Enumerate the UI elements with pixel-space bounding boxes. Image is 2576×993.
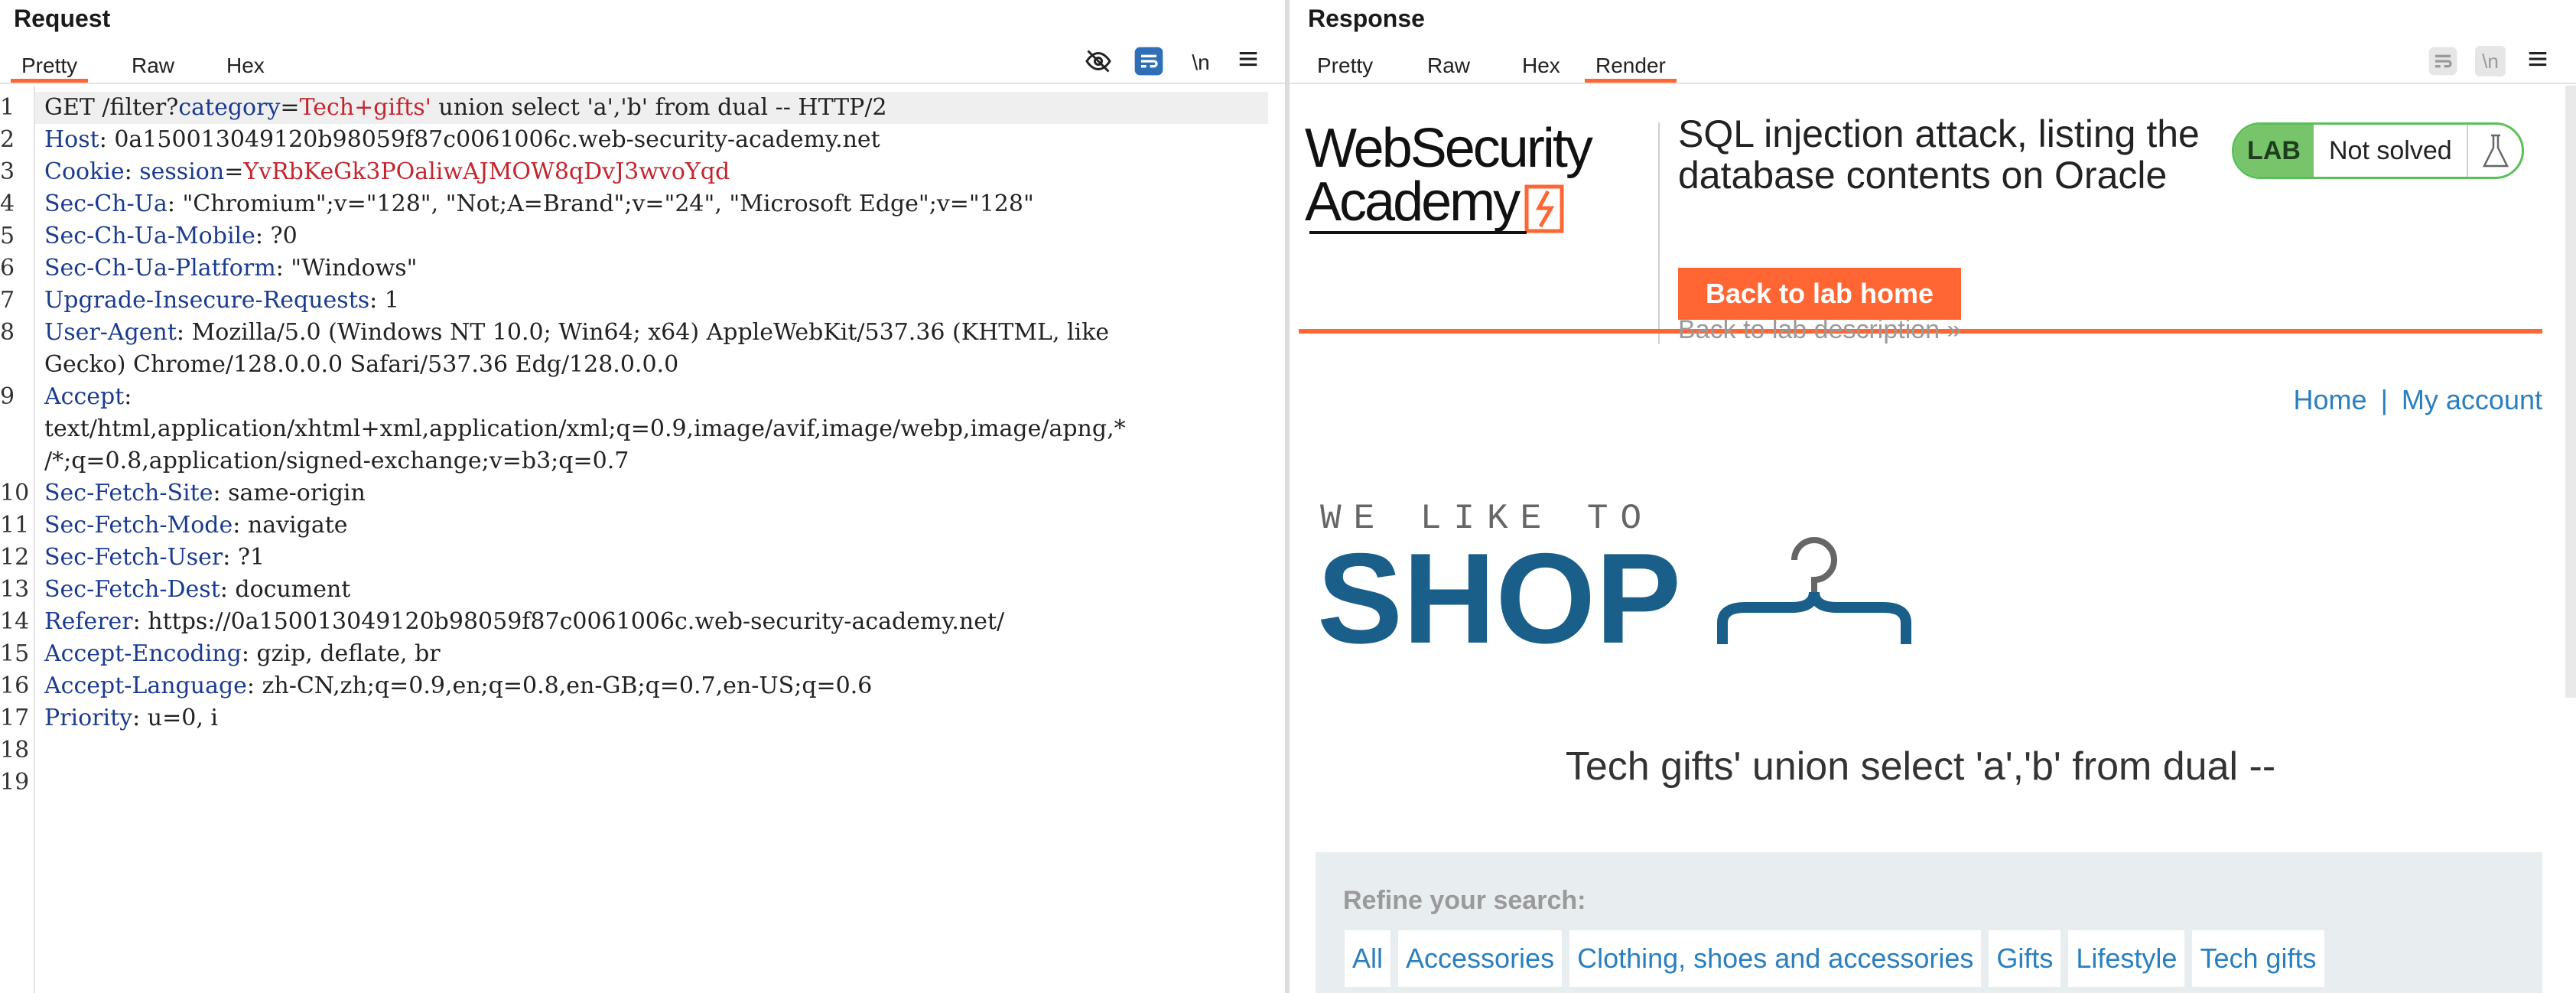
line-number: 18 [0, 737, 30, 763]
line-number: 1 [0, 94, 15, 121]
header-priority[interactable]: Priority: u=0, i [44, 702, 1268, 734]
line-number: 17 [0, 705, 30, 731]
header-host[interactable]: Host: 0a150013049120b98059f87c0061006c.w… [44, 124, 1268, 156]
svg-text:SHOP: SHOP [1320, 526, 1681, 670]
search-results-heading: Tech gifts' union select 'a','b' from du… [1565, 744, 2276, 789]
web-security-academy-logo[interactable]: WebSecurity Academy [1305, 118, 1649, 256]
back-to-lab-description-link[interactable]: Back to lab description » [1678, 315, 1961, 345]
line-number [0, 445, 26, 477]
refine-search-label: Refine your search: [1343, 886, 1586, 915]
line-number: 2 [0, 126, 15, 153]
line-number: 9 [0, 383, 15, 410]
response-tab-hex[interactable]: Hex [1511, 49, 1571, 83]
filter-all[interactable]: All [1345, 930, 1391, 987]
lab-title: SQL injection attack, listing the databa… [1678, 112, 2200, 197]
line-number: 5 [0, 223, 15, 249]
chevron-right-icon: » [1947, 315, 1962, 344]
filter-tech-gifts[interactable]: Tech gifts [2192, 930, 2324, 987]
request-pane: Request Pretty Raw Hex \n 1 2 3 4 5 6 7 8 9 10 11 1… [0, 0, 1285, 993]
header-sec-ch-ua-platform[interactable]: Sec-Ch-Ua-Platform: "Windows" [44, 252, 1268, 285]
refine-search-panel: Refine your search: All Accessories Clot… [1316, 852, 2542, 993]
request-line[interactable]: GET /filter?category=Tech+gifts' union s… [35, 92, 1268, 124]
header-sec-ch-ua-mobile[interactable]: Sec-Ch-Ua-Mobile: ?0 [44, 220, 1268, 252]
rendered-page: WebSecurity Academy SQL injection attack… [1299, 86, 2542, 993]
lab-status: Not solved [2329, 136, 2452, 165]
nav-separator: | [2380, 384, 2388, 415]
wrap-lines-icon[interactable] [2428, 46, 2458, 77]
line-number: 11 [0, 512, 30, 539]
header-sec-fetch-mode[interactable]: Sec-Fetch-Mode: navigate [44, 510, 1268, 542]
header-accept-cont2[interactable]: /*;q=0.8,application/signed-exchange;v=b… [44, 445, 1268, 477]
response-tab-render[interactable]: Render [1585, 49, 1677, 83]
menu-icon[interactable] [2522, 47, 2553, 78]
line-number [0, 349, 26, 381]
response-tabbar: Pretty Raw Hex Render \n [1290, 44, 2576, 84]
menu-icon[interactable] [1233, 47, 1264, 78]
eye-slash-icon[interactable] [1083, 47, 1114, 78]
line-number: 19 [0, 769, 30, 796]
render-scrollbar[interactable] [2565, 86, 2576, 698]
line-number: 6 [0, 255, 15, 282]
header-accept-encoding[interactable]: Accept-Encoding: gzip, deflate, br [44, 638, 1268, 670]
line-number: 8 [0, 319, 15, 346]
back-to-lab-description-label: Back to lab description [1678, 315, 1940, 344]
header-sec-fetch-site[interactable]: Sec-Fetch-Site: same-origin [44, 477, 1268, 510]
line-number: 13 [0, 576, 30, 603]
newline-icon[interactable]: \n [2475, 46, 2506, 77]
header-accept[interactable]: Accept: [44, 381, 1268, 413]
svg-text:WebSecurity: WebSecurity [1305, 122, 1593, 179]
filter-lifestyle[interactable]: Lifestyle [2068, 930, 2185, 987]
header-upgrade-insecure[interactable]: Upgrade-Insecure-Requests: 1 [44, 285, 1268, 317]
we-like-to-shop-banner: WE LIKE TO SHOP [1317, 499, 1947, 679]
request-editor[interactable]: 1 2 3 4 5 6 7 8 9 10 11 12 13 14 15 16 17 18 19 GET /filte… [0, 86, 1285, 993]
line-number-gutter: 1 2 3 4 5 6 7 8 9 10 11 12 13 14 15 16 17 18 19 [0, 86, 35, 993]
newline-icon[interactable]: \n [1186, 47, 1216, 78]
header-sec-ch-ua[interactable]: Sec-Ch-Ua: "Chromium";v="128", "Not;A=Br… [44, 188, 1268, 220]
request-title: Request [14, 5, 111, 32]
header-accept-cont[interactable]: text/html,application/xhtml+xml,applicat… [44, 413, 1268, 445]
line-number: 14 [0, 608, 30, 635]
line-number: 16 [0, 672, 30, 699]
line-number: 15 [0, 640, 30, 667]
response-tab-pretty[interactable]: Pretty [1306, 49, 1384, 83]
line-number [0, 413, 26, 445]
header-sec-fetch-dest[interactable]: Sec-Fetch-Dest: document [44, 574, 1268, 606]
line-number: 12 [0, 544, 30, 571]
header-cookie[interactable]: Cookie: session=YvRbKeGk3POaliwAJMOW8qDv… [44, 156, 1268, 188]
header-referer[interactable]: Referer: https://0a150013049120b98059f87… [44, 606, 1268, 638]
flask-icon [2467, 125, 2522, 177]
line-number: 10 [0, 480, 30, 506]
response-pane: Response Pretty Raw Hex Render \n WebSec… [1290, 0, 2576, 993]
header-accept-language[interactable]: Accept-Language: zh-CN,zh;q=0.9,en;q=0.8… [44, 670, 1268, 702]
request-tabbar: Pretty Raw Hex \n [0, 44, 1285, 84]
filter-accessories[interactable]: Accessories [1398, 930, 1563, 987]
filter-clothing[interactable]: Clothing, shoes and accessories [1569, 930, 1982, 987]
line-number: 4 [0, 190, 15, 217]
header-user-agent-cont[interactable]: Gecko) Chrome/128.0.0.0 Safari/537.36 Ed… [44, 349, 1268, 381]
request-tab-hex[interactable]: Hex [216, 49, 275, 83]
wrap-lines-icon[interactable] [1134, 46, 1164, 77]
response-title: Response [1308, 5, 1425, 32]
header-user-agent[interactable]: User-Agent: Mozilla/5.0 (Windows NT 10.0… [44, 317, 1268, 349]
line-number: 7 [0, 287, 15, 314]
request-tab-pretty[interactable]: Pretty [11, 49, 89, 83]
back-to-lab-home-button[interactable]: Back to lab home [1678, 268, 1961, 320]
lab-status-badge: LAB Not solved [2232, 122, 2524, 179]
request-tab-raw[interactable]: Raw [121, 49, 185, 83]
top-nav: Home | My account [2294, 384, 2542, 416]
response-tab-raw[interactable]: Raw [1416, 49, 1481, 83]
header-sec-fetch-user[interactable]: Sec-Fetch-User: ?1 [44, 542, 1268, 574]
category-filters: All Accessories Clothing, shoes and acce… [1345, 930, 2324, 987]
filter-gifts[interactable]: Gifts [1989, 930, 2061, 987]
svg-text:Academy: Academy [1305, 171, 1521, 233]
nav-my-account-link[interactable]: My account [2402, 384, 2542, 415]
nav-home-link[interactable]: Home [2294, 384, 2367, 415]
line-number: 3 [0, 158, 15, 185]
lab-label: LAB [2234, 125, 2314, 177]
header-divider [1658, 122, 1660, 344]
